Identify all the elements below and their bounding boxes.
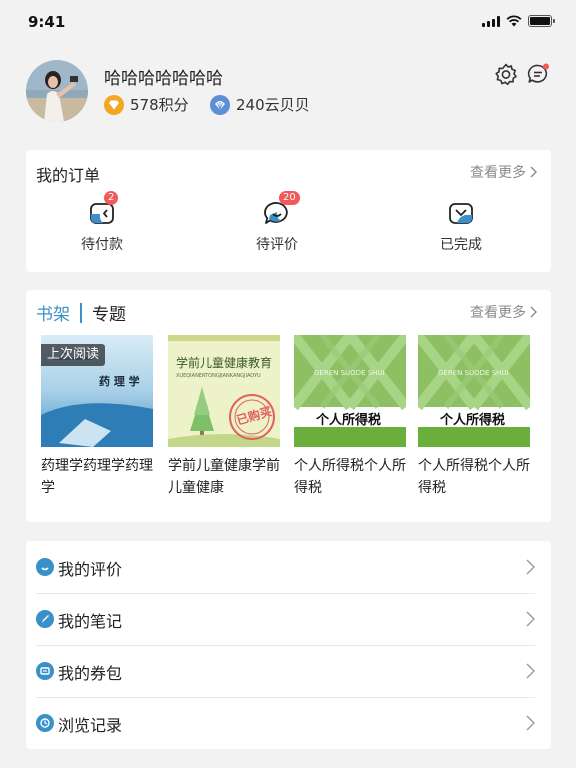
order-completed[interactable]: 已完成 [416, 198, 506, 254]
status-bar: 9:41 [0, 0, 576, 44]
shells-label: 240云贝贝 [236, 96, 310, 114]
message-icon [527, 63, 549, 83]
cover-subtitle: GEREN SUODE SHUI [438, 369, 509, 377]
coupon-icon [36, 662, 54, 680]
menu-item-label: 我的券包 [58, 664, 123, 683]
avatar[interactable] [26, 60, 88, 122]
orders-title: 我的订单 [36, 166, 101, 185]
completed-icon [449, 203, 473, 224]
book-item[interactable]: 学前儿童健康教育 XUEQIANERTONGJIANKANGJIAOYU 已购买… [168, 335, 280, 499]
order-label: 已完成 [440, 237, 482, 253]
order-label: 待评价 [256, 237, 298, 253]
shell-icon [210, 94, 230, 115]
history-icon [36, 714, 54, 732]
messages-button[interactable] [526, 62, 550, 86]
battery-icon [528, 15, 555, 27]
cover-subtitle: XUEQIANERTONGJIANKANGJIAOYU [176, 373, 261, 379]
menu-item-my-notes[interactable]: 我的笔记 [26, 593, 551, 645]
cover-title: 药 理 学 [99, 375, 140, 388]
bookshelf-card: 书架 专题 查看更多 上次阅读 药 理 学 药理学药理学药理学 学前儿童健康教育… [26, 290, 551, 522]
book-cover: GEREN SUODE SHUI 个人所得税 [294, 335, 406, 447]
cover-title: 学前儿童健康教育 [176, 356, 273, 370]
username: 哈哈哈哈哈哈哈 [104, 69, 223, 89]
points-label: 578积分 [130, 96, 189, 114]
book-title: 药理学药理学药理学 [41, 458, 153, 496]
order-label: 待付款 [81, 237, 123, 253]
orders-more-label: 查看更多 [470, 165, 526, 181]
menu-item-my-coupons[interactable]: 我的券包 [26, 645, 551, 697]
last-read-tag: 上次阅读 [41, 344, 106, 366]
badge-count: 20 [279, 191, 300, 205]
chevron-right-icon [526, 611, 535, 627]
note-icon [36, 610, 54, 628]
book-cover: GEREN SUODE SHUI 个人所得税 [418, 335, 530, 447]
shelf-more-link[interactable]: 查看更多 [470, 302, 537, 322]
book-item[interactable]: 上次阅读 药 理 学 药理学药理学药理学 [41, 335, 153, 499]
book-cover: 上次阅读 药 理 学 [41, 335, 153, 447]
chevron-right-icon [530, 166, 537, 178]
chevron-right-icon [526, 715, 535, 731]
cover-subtitle: GEREN SUODE SHUI [314, 369, 385, 377]
status-time: 9:41 [28, 13, 66, 31]
orders-card: 我的订单 查看更多 2 待付款 20 待评价 已完成 [26, 150, 551, 272]
shells-stat[interactable]: 240云贝贝 [210, 94, 310, 115]
menu-item-label: 我的评价 [58, 560, 123, 579]
menu-card: 我的评价 我的笔记 我的券包 浏览记录 [26, 541, 551, 749]
book-cover: 学前儿童健康教育 XUEQIANERTONGJIANKANGJIAOYU 已购买 [168, 335, 280, 447]
orders-more-link[interactable]: 查看更多 [470, 162, 537, 182]
book-item[interactable]: GEREN SUODE SHUI 个人所得税 个人所得税个人所得税 [418, 335, 530, 499]
book-title: 个人所得税个人所得税 [294, 458, 406, 496]
book-title: 个人所得税个人所得税 [418, 458, 530, 496]
gear-icon [495, 63, 517, 86]
tab-bookshelf[interactable]: 书架 [36, 300, 70, 325]
tab-divider [80, 302, 82, 323]
shelf-more-label: 查看更多 [470, 305, 526, 321]
tab-topics[interactable]: 专题 [92, 300, 126, 325]
profile-header: 哈哈哈哈哈哈哈 578积分 240云贝贝 [26, 60, 550, 126]
cover-title: 个人所得税 [316, 413, 382, 428]
cellular-signal-icon [482, 15, 500, 27]
settings-button[interactable] [494, 62, 518, 86]
cover-title: 个人所得税 [440, 413, 506, 428]
book-item[interactable]: GEREN SUODE SHUI 个人所得税 个人所得税个人所得税 [294, 335, 406, 499]
order-pending-payment[interactable]: 2 待付款 [57, 191, 147, 254]
chevron-right-icon [526, 559, 535, 575]
order-pending-review[interactable]: 20 待评价 [232, 191, 322, 254]
status-icons [482, 14, 555, 28]
diamond-icon [104, 94, 124, 115]
chevron-right-icon [526, 663, 535, 679]
book-title: 学前儿童健康学前儿童健康 [168, 458, 280, 496]
wifi-icon [506, 15, 522, 27]
menu-item-history[interactable]: 浏览记录 [26, 697, 551, 749]
shelf-tabs: 书架 专题 [36, 300, 126, 325]
chevron-right-icon [530, 306, 537, 318]
menu-item-label: 我的笔记 [58, 612, 123, 631]
menu-item-label: 浏览记录 [58, 716, 123, 735]
comment-icon [36, 558, 54, 576]
menu-item-my-reviews[interactable]: 我的评价 [26, 541, 551, 593]
points-stat[interactable]: 578积分 [104, 94, 189, 115]
